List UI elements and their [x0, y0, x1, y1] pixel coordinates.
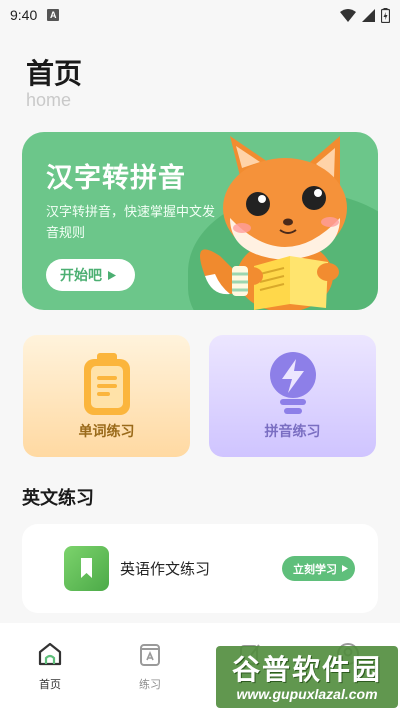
pinyin-practice-card[interactable]: 拼音练习 [209, 335, 376, 457]
page-title: 首页 [26, 57, 83, 90]
status-time: 9:40 [10, 7, 38, 23]
word-practice-label: 单词练习 [78, 424, 135, 440]
pinyin-practice-label: 拼音练习 [264, 424, 321, 440]
start-button[interactable]: 开始吧 [46, 259, 135, 291]
practice-icon [140, 644, 160, 666]
battery-icon [381, 7, 390, 23]
english-section-title: 英文练习 [22, 488, 94, 509]
bookmark-glyph-icon [81, 558, 92, 578]
notification-a-icon: A [47, 9, 60, 21]
learn-now-button[interactable]: 立刻学习 [282, 556, 355, 581]
bookmark-book-icon [64, 546, 109, 591]
play-arrow-icon [342, 565, 348, 572]
status-bar: 9:40 A [0, 0, 400, 30]
hanzi-to-pinyin-banner[interactable]: 汉字转拼音 汉字转拼音，快速掌握中文发音规则 开始吧 [22, 132, 378, 310]
fox-mascot-illustration [200, 136, 347, 310]
tab-practice-label: 练习 [139, 678, 161, 691]
wifi-icon [340, 8, 356, 22]
learn-now-label: 立刻学习 [293, 562, 337, 576]
banner-title: 汉字转拼音 [46, 163, 186, 194]
clipboard-icon [83, 353, 130, 415]
watermark-url: www.gupuxlazal.com [236, 686, 378, 702]
start-button-label: 开始吧 [60, 268, 102, 284]
english-essay-label: 英语作文练习 [120, 560, 211, 578]
lightbulb-icon [269, 352, 316, 414]
status-icons [340, 7, 390, 23]
tab-practice[interactable]: 练习 [120, 641, 180, 692]
word-practice-card[interactable]: 单词练习 [23, 335, 190, 457]
tab-home-label: 首页 [39, 678, 61, 691]
watermark-title: 谷普软件园 [231, 653, 382, 686]
english-essay-practice-card[interactable]: 英语作文练习 立刻学习 [22, 524, 378, 613]
play-arrow-icon [108, 270, 116, 280]
watermark-logo: 谷普软件园 www.gupuxlazal.com [216, 646, 398, 708]
tab-home[interactable]: 首页 [20, 641, 80, 692]
home-icon [38, 642, 62, 666]
page-subtitle: home [26, 90, 72, 110]
signal-icon [362, 8, 375, 22]
